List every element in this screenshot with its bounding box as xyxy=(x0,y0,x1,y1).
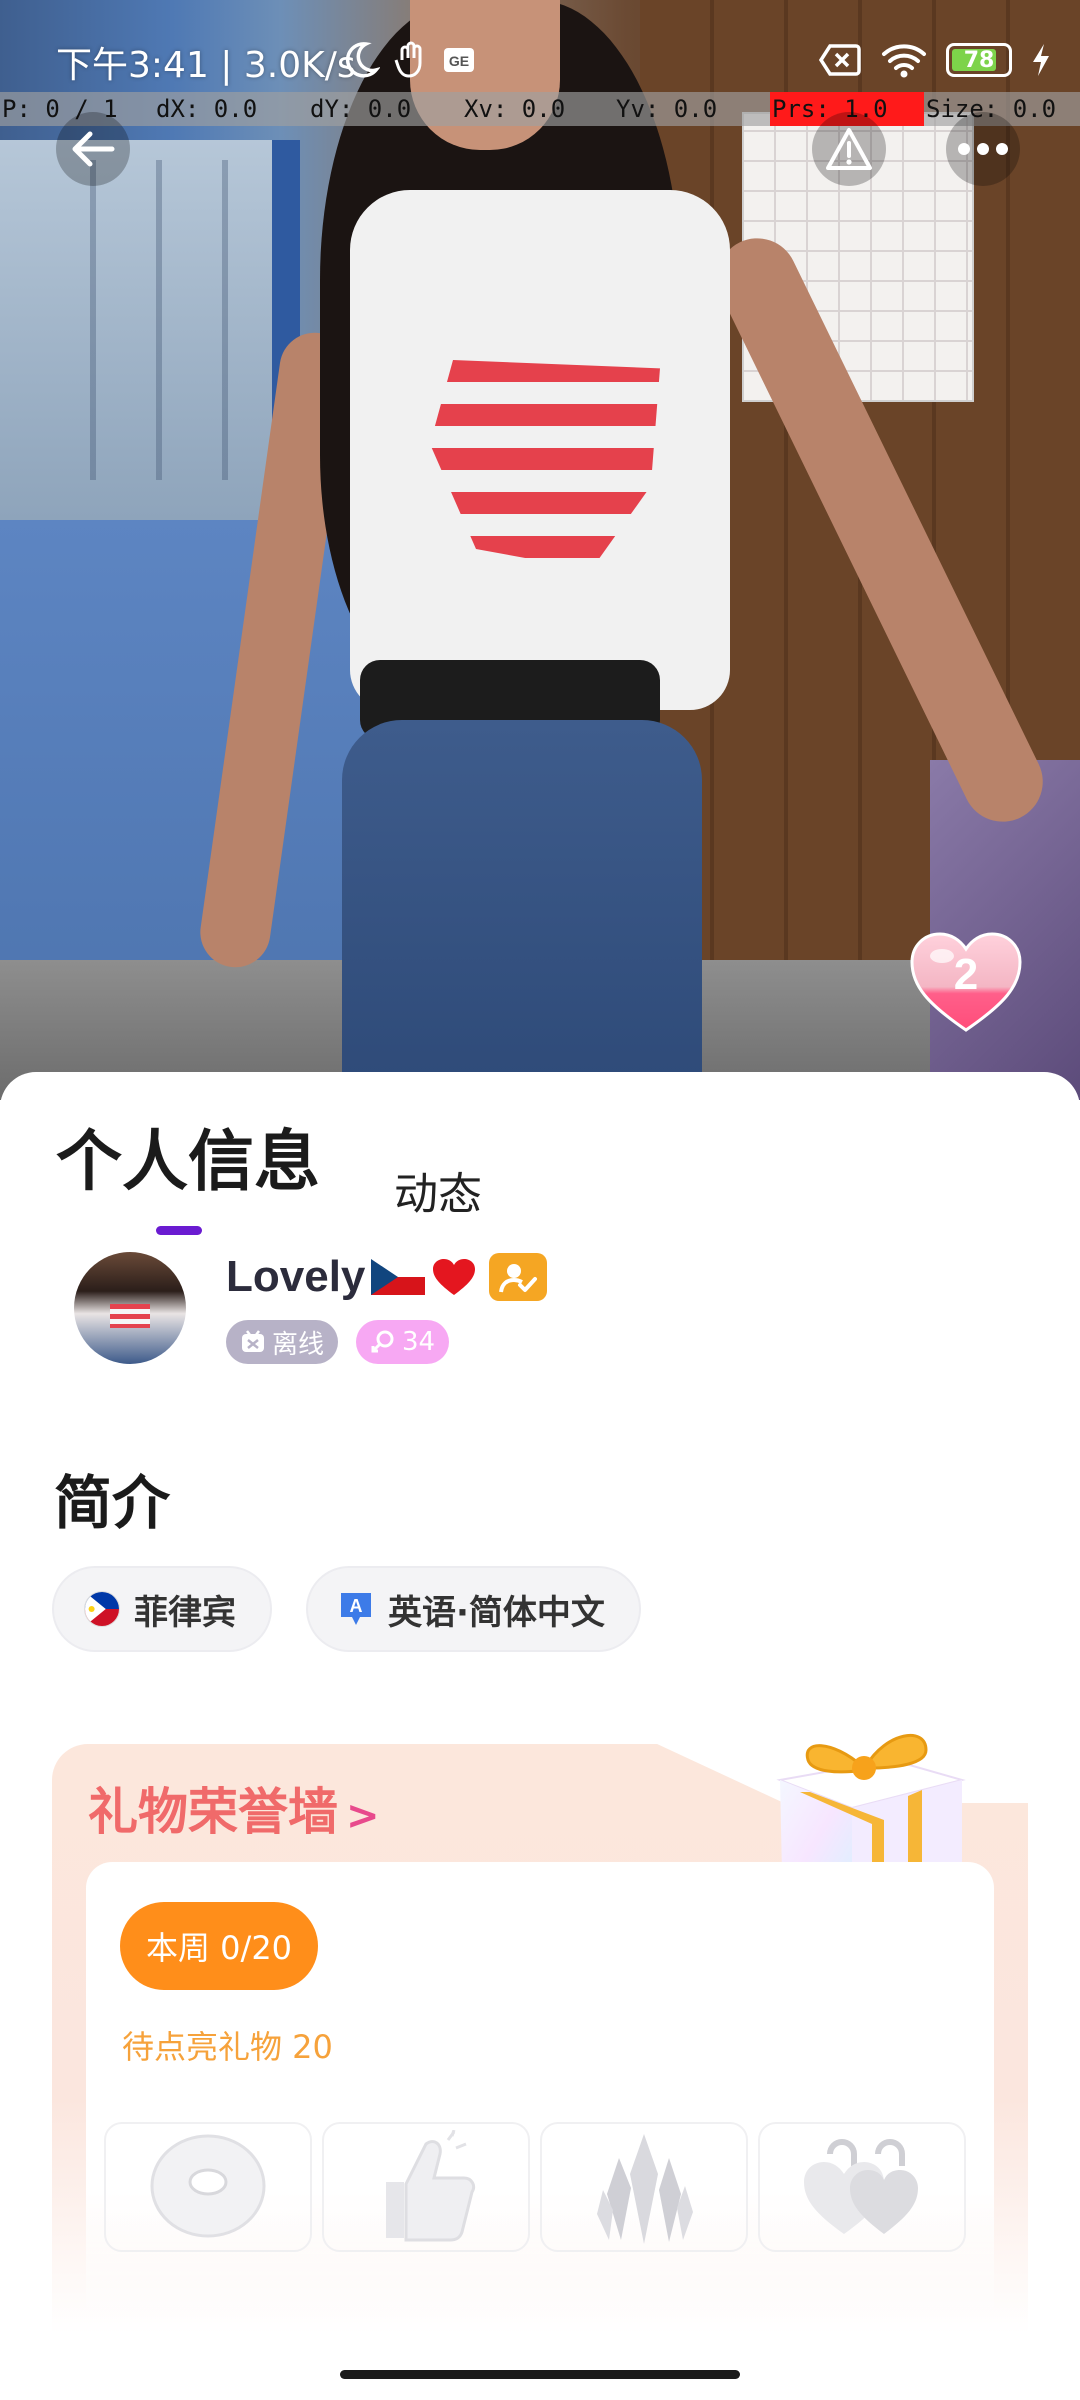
photo-window-bars xyxy=(30,160,270,480)
user-name: Lovely xyxy=(226,1252,366,1301)
tab-moments[interactable]: 动态 xyxy=(394,1158,482,1222)
battery-level: 78 xyxy=(963,48,995,73)
intro-title: 简介 xyxy=(54,1469,171,1537)
verified-user-icon xyxy=(499,1264,538,1293)
language-icon: A xyxy=(341,1593,371,1625)
gift-item[interactable] xyxy=(322,2122,530,2252)
lock-heart-icon xyxy=(804,2139,918,2234)
language-chip: A 英语·简体中文 xyxy=(306,1566,641,1652)
gift-honor-wall[interactable]: 礼物荣誉墙 > 本周 0/20 待点亮礼物 20 xyxy=(52,1734,1028,2334)
bottom-fade xyxy=(0,2362,1080,2400)
country-chip: 菲律宾 xyxy=(52,1566,272,1652)
gift-wall-title-text: 礼物荣誉墙 xyxy=(88,1783,338,1841)
profile-badges: 离线 34 xyxy=(226,1320,450,1364)
home-indicator[interactable] xyxy=(340,2370,740,2379)
crystal-icon xyxy=(597,2134,693,2244)
gift-wall-card: 本周 0/20 待点亮礼物 20 xyxy=(86,1862,994,2334)
pending-gifts-text: 待点亮礼物 20 xyxy=(122,2028,333,2066)
donut-icon xyxy=(150,2134,266,2238)
gift-item[interactable] xyxy=(758,2122,966,2252)
gift-item[interactable] xyxy=(540,2122,748,2252)
battery-icon: 78 xyxy=(946,43,1012,77)
gift-items-row xyxy=(104,2122,966,2252)
status-bar: 下午3:41 | 3.0K/s GE 78 xyxy=(0,30,1080,90)
debug-yv: Yv: 0.0 xyxy=(616,95,718,123)
intro-chips: 菲律宾 A 英语·简体中文 xyxy=(52,1566,641,1652)
no-sim-icon xyxy=(818,44,861,76)
week-progress-pill: 本周 0/20 xyxy=(120,1902,319,1990)
red-heart-icon xyxy=(433,1259,476,1295)
level-badge: 34 xyxy=(356,1320,450,1364)
verified-badge xyxy=(489,1253,548,1301)
czech-flag-icon xyxy=(371,1259,426,1295)
profile-header: Lovely 离线 34 xyxy=(74,1252,1034,1392)
gallery-icon: GE xyxy=(444,48,474,72)
tab-active-indicator xyxy=(156,1226,202,1235)
gift-wall-title[interactable]: 礼物荣誉墙 > xyxy=(88,1772,380,1844)
hand-icon xyxy=(394,41,422,78)
debug-dy: dY: 0.0 xyxy=(310,95,412,123)
more-button[interactable] xyxy=(946,112,1020,186)
back-button[interactable] xyxy=(56,112,130,186)
svg-text:A: A xyxy=(350,1596,363,1616)
wifi-icon xyxy=(882,44,926,78)
back-arrow-icon xyxy=(72,131,115,167)
debug-xv: Xv: 0.0 xyxy=(464,95,566,123)
status-time: 下午3:41 | 3.0K/s xyxy=(56,45,356,86)
photo-jeans xyxy=(342,720,702,1100)
avatar[interactable] xyxy=(74,1252,186,1364)
like-count: 2 xyxy=(953,950,979,999)
status-badge: 离线 xyxy=(226,1320,339,1364)
svg-text:GE: GE xyxy=(449,53,469,69)
thumbs-up-icon xyxy=(386,2130,476,2242)
female-icon xyxy=(371,1330,394,1353)
gift-wall-chevron: > xyxy=(346,1793,380,1839)
tab-personal-info[interactable]: 个人信息 xyxy=(56,1108,320,1204)
moon-icon xyxy=(345,42,380,78)
pointer-location-overlay: P: 0 / 1 dX: 0.0 dY: 0.0 Xv: 0.0 Yv: 0.0… xyxy=(0,92,1080,126)
offline-icon xyxy=(242,1330,264,1352)
profile-sheet: 个人信息 动态 Lovely 离线 34 简介 菲律宾 A 英语·简体中文 礼物… xyxy=(0,1072,1080,2400)
level-text: 34 xyxy=(402,1327,436,1357)
status-text: 离线 xyxy=(272,1329,325,1360)
name-row: Lovely xyxy=(226,1252,548,1302)
language-text: 英语·简体中文 xyxy=(388,1592,605,1633)
report-button[interactable] xyxy=(812,112,886,186)
gift-item[interactable] xyxy=(104,2122,312,2252)
debug-dx: dX: 0.0 xyxy=(156,95,258,123)
charging-icon xyxy=(1033,44,1049,76)
country-text: 菲律宾 xyxy=(134,1592,236,1633)
more-icon xyxy=(958,143,1008,155)
philippines-flag-icon xyxy=(84,1591,120,1627)
warning-icon xyxy=(826,128,872,170)
